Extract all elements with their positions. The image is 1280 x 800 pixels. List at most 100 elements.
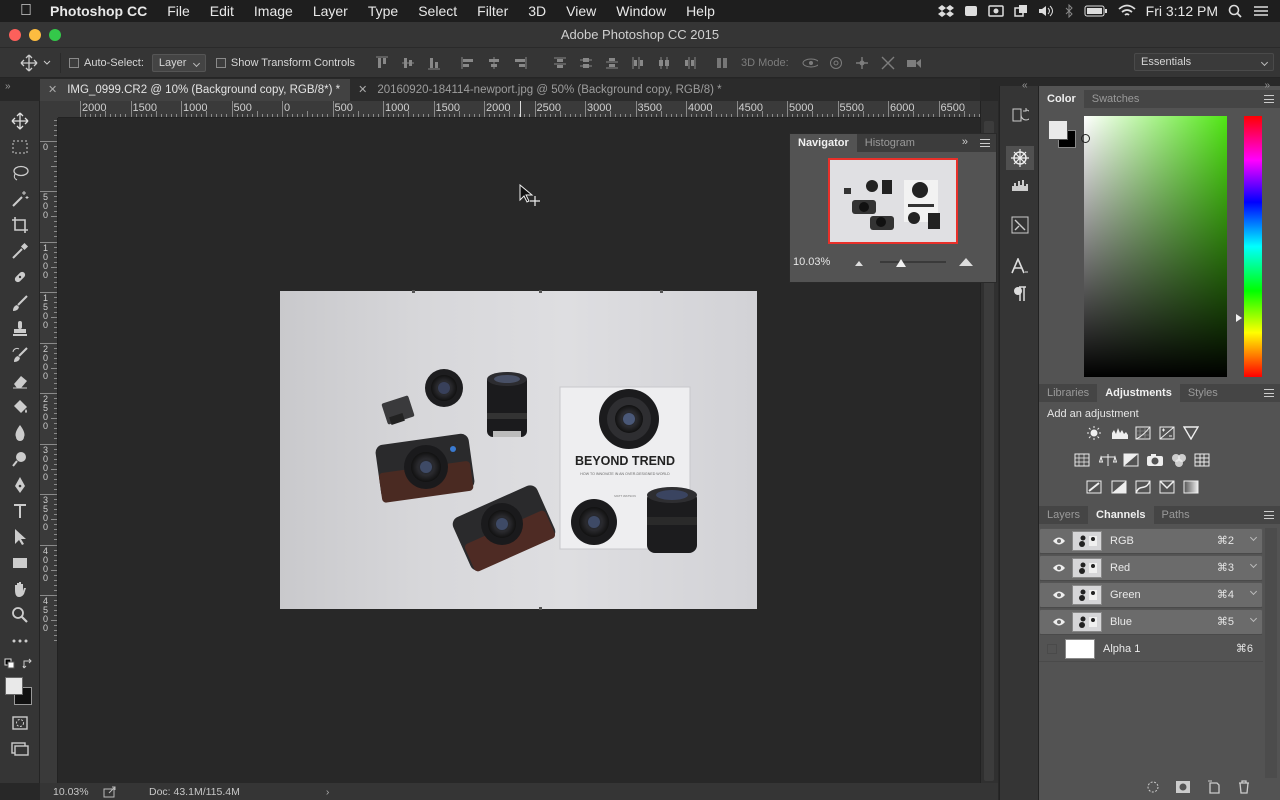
document-image[interactable]: BEYOND TREND HOW TO INNOVATE IN AN OVER-…	[280, 290, 757, 610]
navigator-zoom-value[interactable]: 10.03%	[793, 256, 830, 268]
photo-filter-icon[interactable]	[1146, 453, 1163, 467]
vertical-ruler[interactable]: 5 0 0 0 5 0 0 1 0 0 0 1 5 0 0 2 0 0 0 2 5 0 0 3…	[40, 118, 58, 783]
ruler-origin[interactable]	[40, 101, 58, 118]
navigator-preview[interactable]	[828, 158, 958, 244]
3d-slide-icon[interactable]	[880, 55, 896, 71]
close-tab-icon[interactable]: ✕	[48, 79, 57, 101]
channels-panel-menu-icon[interactable]	[1264, 511, 1274, 519]
tab-img-0999[interactable]: ✕ IMG_0999.CR2 @ 10% (Background copy, R…	[40, 79, 351, 101]
tab-libraries[interactable]: Libraries	[1039, 384, 1097, 402]
gradient-map-icon[interactable]	[1183, 480, 1199, 494]
dodge-tool-icon[interactable]	[8, 448, 32, 470]
black-white-icon[interactable]	[1123, 453, 1139, 467]
tab-color[interactable]: Color	[1039, 90, 1084, 108]
export-icon[interactable]	[103, 786, 117, 798]
align-bottom-edges-icon[interactable]	[426, 55, 442, 71]
bluetooth-icon[interactable]	[1064, 4, 1074, 18]
menu-3d[interactable]: 3D	[518, 0, 556, 22]
eye-icon[interactable]	[1046, 582, 1072, 608]
align-right-edges-icon[interactable]	[512, 55, 528, 71]
close-tab-icon[interactable]: ✕	[358, 79, 367, 101]
horizontal-ruler[interactable]: 2000 1500 1000 500 0 500 1000 1500 2000 2500 3000 3…	[58, 101, 980, 118]
channel-row-blue[interactable]: Blue ⌘5	[1039, 609, 1263, 635]
move-tool-icon[interactable]	[8, 110, 32, 132]
selective-color-icon[interactable]	[1159, 480, 1175, 494]
clock[interactable]: Fri 3:12 PM	[1146, 3, 1218, 19]
auto-select-checkbox[interactable]	[69, 57, 79, 68]
apple-icon[interactable]: 	[0, 0, 42, 22]
color-balance-icon[interactable]	[1099, 453, 1117, 467]
notification-center-icon[interactable]	[1252, 4, 1270, 18]
auto-align-layers-icon[interactable]	[714, 55, 730, 71]
menu-layer[interactable]: Layer	[303, 0, 358, 22]
crop-tool-icon[interactable]	[8, 214, 32, 236]
distribute-right-icon[interactable]	[682, 55, 698, 71]
eye-icon[interactable]	[1046, 609, 1072, 635]
minimize-window-button[interactable]	[29, 29, 41, 41]
show-transform-checkbox[interactable]	[215, 57, 226, 68]
zoom-in-icon[interactable]	[958, 257, 974, 267]
tab-paths[interactable]: Paths	[1154, 506, 1198, 524]
curves-icon[interactable]	[1135, 426, 1151, 440]
eraser-tool-icon[interactable]	[8, 370, 32, 392]
status-menu-arrow-icon[interactable]: ›	[326, 786, 330, 798]
distribute-left-icon[interactable]	[630, 55, 646, 71]
color-lookup-icon[interactable]	[1194, 453, 1210, 467]
zoom-out-icon[interactable]	[854, 259, 864, 267]
menu-app-name[interactable]: Photoshop CC	[42, 0, 157, 22]
navigator-zoom-slider[interactable]	[880, 259, 946, 267]
quick-mask-icon[interactable]	[8, 712, 32, 734]
panel-menu-icon[interactable]	[980, 139, 990, 147]
histogram-panel-icon[interactable]	[1011, 178, 1029, 192]
align-left-edges-icon[interactable]	[460, 55, 476, 71]
status-zoom[interactable]: 10.03%	[53, 786, 99, 798]
close-window-button[interactable]	[9, 29, 21, 41]
3d-orbit-icon[interactable]	[802, 55, 818, 71]
navigator-dock-icon[interactable]	[1006, 146, 1034, 170]
menu-image[interactable]: Image	[244, 0, 303, 22]
menu-help[interactable]: Help	[676, 0, 725, 22]
swap-colors-icon[interactable]	[22, 658, 34, 670]
tray-icon-3[interactable]	[987, 4, 1004, 18]
properties-panel-icon[interactable]	[1011, 216, 1029, 234]
spotlight-icon[interactable]	[1228, 4, 1242, 18]
distribute-horizontal-centers-icon[interactable]	[656, 55, 672, 71]
toolbar-collapse-icon[interactable]: »	[5, 81, 11, 92]
hand-tool-icon[interactable]	[8, 578, 32, 600]
more-tools-icon[interactable]	[8, 630, 32, 652]
3d-pan-icon[interactable]	[854, 55, 870, 71]
lasso-tool-icon[interactable]	[8, 162, 32, 184]
color-fg-swatch[interactable]	[1048, 120, 1068, 140]
brush-tool-icon[interactable]	[8, 292, 32, 314]
visibility-toggle[interactable]	[1039, 636, 1065, 662]
hue-slider-thumb[interactable]	[1236, 314, 1242, 322]
delete-channel-icon[interactable]	[1237, 780, 1251, 794]
menu-window[interactable]: Window	[606, 0, 676, 22]
menu-type[interactable]: Type	[358, 0, 408, 22]
paragraph-panel-icon[interactable]	[1013, 286, 1027, 302]
dropbox-icon[interactable]	[937, 4, 954, 18]
channel-row-rgb[interactable]: RGB ⌘2	[1039, 528, 1263, 554]
pen-tool-icon[interactable]	[8, 474, 32, 496]
hue-saturation-icon[interactable]	[1074, 453, 1090, 467]
tab-adjustments[interactable]: Adjustments	[1097, 384, 1180, 402]
adjustments-panel-menu-icon[interactable]	[1264, 389, 1274, 397]
background-color-swatch[interactable]	[5, 677, 23, 695]
magic-wand-tool-icon[interactable]	[8, 188, 32, 210]
align-horizontal-centers-icon[interactable]	[486, 55, 502, 71]
channel-mixer-icon[interactable]	[1170, 453, 1186, 467]
channel-row-green[interactable]: Green ⌘4	[1039, 582, 1263, 608]
eyedropper-tool-icon[interactable]	[8, 240, 32, 262]
menu-edit[interactable]: Edit	[200, 0, 244, 22]
menu-view[interactable]: View	[556, 0, 606, 22]
clone-stamp-tool-icon[interactable]	[8, 318, 32, 340]
path-selection-tool-icon[interactable]	[8, 526, 32, 548]
tab-channels[interactable]: Channels	[1088, 506, 1154, 524]
paint-bucket-tool-icon[interactable]	[8, 396, 32, 418]
marquee-tool-icon[interactable]	[8, 136, 32, 158]
channel-row-alpha-1[interactable]: Alpha 1 ⌘6	[1039, 636, 1263, 662]
color-picker-ring[interactable]	[1081, 134, 1090, 143]
invert-icon[interactable]	[1086, 480, 1102, 494]
default-colors-icon[interactable]	[4, 658, 16, 670]
menu-file[interactable]: File	[157, 0, 200, 22]
